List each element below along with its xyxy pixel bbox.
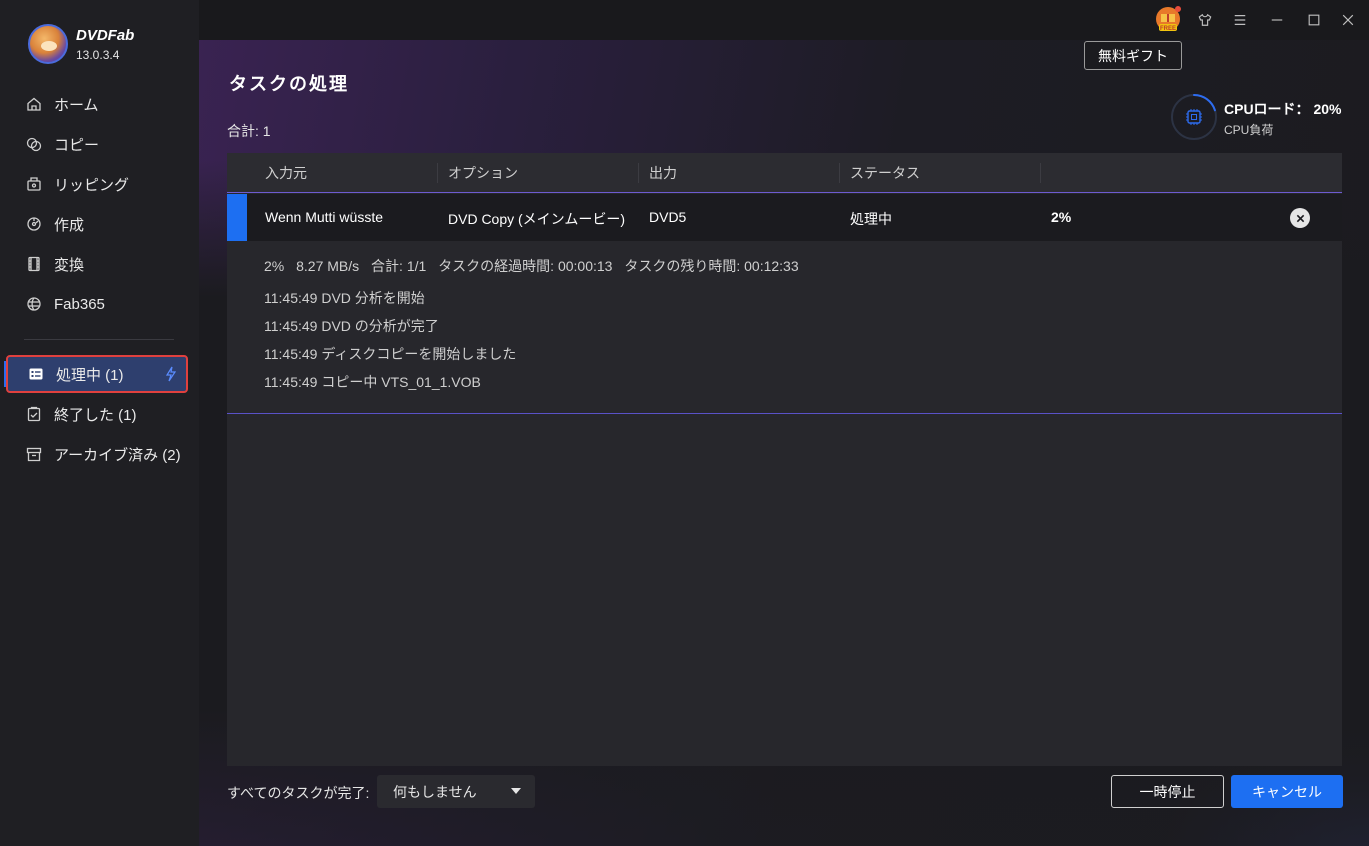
sidebar-item-label: 作成 <box>54 216 85 234</box>
sidebar-item-copy[interactable]: コピー <box>6 126 188 162</box>
title-bar: FREE <box>199 0 1369 40</box>
app-name: DVDFab <box>76 26 135 44</box>
column-divider <box>1040 163 1041 183</box>
sidebar-item-ripper[interactable]: リッピング <box>6 166 188 202</box>
column-header-source: 入力元 <box>265 165 307 181</box>
sidebar: DVDFab 13.0.3.4 ホーム コピー リッピング 作成 変換 Fab3… <box>0 0 199 846</box>
on-complete-select[interactable]: 何もしません <box>377 775 535 808</box>
sidebar-item-creator[interactable]: 作成 <box>6 206 188 242</box>
cpu-load-sub: CPU負荷 <box>1224 123 1274 137</box>
stat-remaining: タスクの残り時間: 00:12:33 <box>624 258 799 274</box>
task-table: 入力元 オプション 出力 ステータス Wenn Mutti wüsste DVD… <box>227 153 1342 766</box>
task-detail-panel: 2% 8.27 MB/s 合計: 1/1 タスクの経過時間: 00:00:13 … <box>227 241 1342 414</box>
pause-button[interactable]: 一時停止 <box>1111 775 1224 808</box>
sidebar-item-converter[interactable]: 変換 <box>6 246 188 282</box>
column-header-output: 出力 <box>638 163 677 183</box>
fab365-icon <box>26 296 42 312</box>
app-version: 13.0.3.4 <box>76 47 120 62</box>
sidebar-item-archived[interactable]: アーカイブ済み (2) <box>6 436 188 472</box>
page-title: タスクの処理 <box>229 74 349 95</box>
sidebar-item-label: リッピング <box>54 176 130 194</box>
maximize-icon[interactable] <box>1302 8 1326 32</box>
stat-speed: 8.27 MB/s <box>296 258 360 274</box>
creator-icon <box>26 216 42 232</box>
task-total: 合計: 1 <box>227 123 271 139</box>
remove-task-button[interactable] <box>1290 208 1310 228</box>
dvdfab-logo-icon <box>28 24 68 64</box>
sidebar-item-home[interactable]: ホーム <box>6 86 188 122</box>
sidebar-item-label: アーカイブ済み (2) <box>54 446 181 464</box>
film-icon <box>26 256 42 272</box>
gift-badge-text: FREE <box>1160 26 1176 32</box>
menu-icon[interactable] <box>1228 8 1252 32</box>
row-option: DVD Copy (メインムービー) <box>448 211 626 227</box>
close-window-icon[interactable] <box>1336 8 1360 32</box>
log-line: 11:45:49 ディスクコピーを開始しました <box>264 346 517 362</box>
table-header: 入力元 オプション 出力 ステータス <box>227 153 1342 193</box>
log-line: 11:45:49 コピー中 VTS_01_1.VOB <box>264 374 481 390</box>
task-stats: 2% 8.27 MB/s 合計: 1/1 タスクの経過時間: 00:00:13 … <box>264 256 807 276</box>
app-logo: DVDFab 13.0.3.4 <box>28 24 134 64</box>
minimize-icon[interactable] <box>1265 8 1289 32</box>
stat-percent: 2% <box>264 258 285 274</box>
ripper-icon <box>26 176 42 192</box>
close-icon <box>1296 214 1304 222</box>
sidebar-item-label: 処理中 (1) <box>56 366 124 384</box>
gift-tooltip: 無料ギフト <box>1084 41 1182 70</box>
row-status: 処理中 <box>850 211 892 227</box>
cpu-load-label: CPUロード： 20% <box>1224 101 1342 117</box>
free-gift-icon[interactable]: FREE <box>1153 5 1183 35</box>
stat-total: 合計: 1/1 <box>371 258 427 274</box>
stat-elapsed: タスクの経過時間: 00:00:13 <box>438 258 613 274</box>
row-output: DVD5 <box>649 209 687 225</box>
chip-icon <box>1186 109 1202 125</box>
sidebar-item-processing[interactable]: 処理中 (1) <box>6 355 188 393</box>
column-header-option: オプション <box>437 163 518 183</box>
sidebar-item-finished[interactable]: 終了した (1) <box>6 396 188 432</box>
table-row[interactable]: Wenn Mutti wüsste DVD Copy (メインムービー) DVD… <box>227 194 1342 241</box>
on-complete-value: 何もしません <box>393 783 477 800</box>
sidebar-divider <box>24 339 174 340</box>
sidebar-item-label: 変換 <box>54 256 85 274</box>
column-header-status: ステータス <box>839 163 920 183</box>
cpu-load-gauge <box>1171 94 1217 140</box>
log-line: 11:45:49 DVD の分析が完了 <box>264 318 439 334</box>
sidebar-item-label: コピー <box>54 136 100 154</box>
cancel-button[interactable]: キャンセル <box>1231 775 1343 808</box>
sidebar-item-label: ホーム <box>54 96 99 114</box>
archive-icon <box>26 446 42 462</box>
sidebar-item-label: Fab365 <box>54 295 105 313</box>
sidebar-item-label: 終了した (1) <box>54 406 137 424</box>
chevron-down-icon <box>511 788 521 794</box>
finished-icon <box>26 406 42 422</box>
row-progress: 2% <box>1051 209 1072 225</box>
lightning-icon <box>162 366 178 386</box>
on-complete-label: すべてのタスクが完了: <box>227 785 370 801</box>
row-accent <box>227 194 247 241</box>
task-list-icon <box>28 366 44 382</box>
copy-icon <box>26 136 42 152</box>
row-source: Wenn Mutti wüsste <box>265 209 384 225</box>
main-panel: FREE 無料ギフト タスクの処理 合計: 1 CPUロード： 20% CPU負… <box>199 0 1369 846</box>
log-line: 11:45:49 DVD 分析を開始 <box>264 290 425 306</box>
skin-icon[interactable] <box>1193 8 1217 32</box>
sidebar-item-fab365[interactable]: Fab365 <box>6 286 188 322</box>
home-icon <box>26 96 42 112</box>
